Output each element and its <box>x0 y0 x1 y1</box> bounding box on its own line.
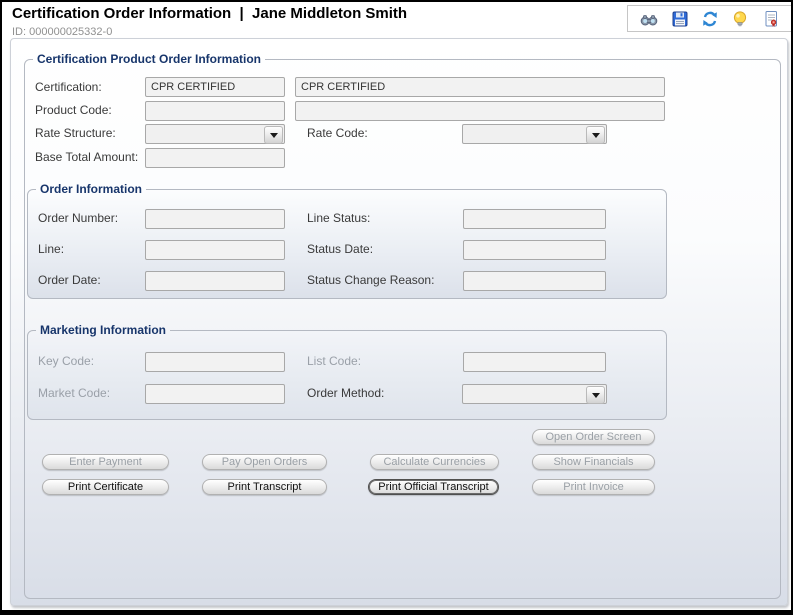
pay-open-orders-button[interactable]: Pay Open Orders <box>202 454 327 470</box>
header-toolbar <box>627 5 793 32</box>
list-code-input[interactable] <box>463 352 606 372</box>
base-total-amount-input[interactable] <box>145 148 285 168</box>
certification-short-input[interactable] <box>145 77 285 97</box>
certification-label: Certification: <box>35 80 102 94</box>
record-id: ID: 000000025332-0 <box>12 26 112 38</box>
line-label: Line: <box>38 242 64 256</box>
product-order-legend: Certification Product Order Information <box>33 52 265 66</box>
order-method-label: Order Method: <box>307 386 384 400</box>
show-financials-button[interactable]: Show Financials <box>532 454 655 470</box>
hint-icon[interactable] <box>731 10 749 28</box>
order-method-dropdown-button[interactable] <box>586 386 605 404</box>
application-window: Certification Order Information | Jane M… <box>0 0 793 615</box>
key-code-label: Key Code: <box>38 354 94 368</box>
chevron-down-icon <box>592 393 600 398</box>
page-title: Certification Order Information | Jane M… <box>12 5 407 22</box>
order-number-label: Order Number: <box>38 211 118 225</box>
order-method-select[interactable] <box>462 384 607 404</box>
print-transcript-button[interactable]: Print Transcript <box>202 479 327 495</box>
order-number-input[interactable] <box>145 209 285 229</box>
status-date-input[interactable] <box>463 240 606 260</box>
chevron-down-icon <box>270 133 278 138</box>
rate-code-label: Rate Code: <box>307 126 368 140</box>
enter-payment-button[interactable]: Enter Payment <box>42 454 169 470</box>
print-invoice-button[interactable]: Print Invoice <box>532 479 655 495</box>
certification-long-input[interactable] <box>295 77 665 97</box>
product-code-label: Product Code: <box>35 103 112 117</box>
refresh-icon[interactable] <box>701 10 719 28</box>
rate-structure-label: Rate Structure: <box>35 126 116 140</box>
print-official-transcript-button[interactable]: Print Official Transcript <box>368 479 499 495</box>
rate-structure-dropdown-button[interactable] <box>264 126 283 144</box>
rate-structure-select[interactable] <box>145 124 285 144</box>
find-icon[interactable] <box>640 10 658 28</box>
market-code-label: Market Code: <box>38 386 110 400</box>
status-change-reason-label: Status Change Reason: <box>307 273 434 287</box>
marketing-info-legend: Marketing Information <box>36 323 170 337</box>
chevron-down-icon <box>592 133 600 138</box>
market-code-input[interactable] <box>145 384 285 404</box>
report-icon[interactable] <box>762 10 780 28</box>
rate-code-dropdown-button[interactable] <box>586 126 605 144</box>
save-icon[interactable] <box>671 10 689 28</box>
status-change-reason-input[interactable] <box>463 271 606 291</box>
calculate-currencies-button[interactable]: Calculate Currencies <box>370 454 499 470</box>
open-order-screen-button[interactable]: Open Order Screen <box>532 429 655 445</box>
key-code-input[interactable] <box>145 352 285 372</box>
product-code-long-input[interactable] <box>295 101 665 121</box>
rate-code-select[interactable] <box>462 124 607 144</box>
line-status-label: Line Status: <box>307 211 370 225</box>
base-total-amount-label: Base Total Amount: <box>35 150 138 164</box>
order-date-input[interactable] <box>145 271 285 291</box>
line-status-input[interactable] <box>463 209 606 229</box>
print-certificate-button[interactable]: Print Certificate <box>42 479 169 495</box>
order-date-label: Order Date: <box>38 273 101 287</box>
status-date-label: Status Date: <box>307 242 373 256</box>
order-info-legend: Order Information <box>36 182 146 196</box>
list-code-label: List Code: <box>307 354 361 368</box>
product-code-short-input[interactable] <box>145 101 285 121</box>
line-input[interactable] <box>145 240 285 260</box>
